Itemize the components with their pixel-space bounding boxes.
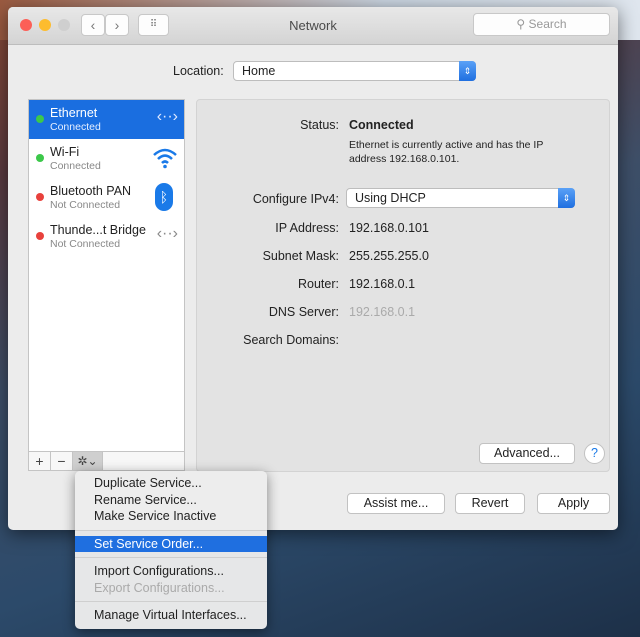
location-value: Home (242, 64, 276, 78)
configure-ipv4-select[interactable]: Using DHCP ⇕ (346, 188, 575, 208)
help-button[interactable]: ? (584, 443, 605, 464)
service-item-bluetooth-pan[interactable]: Bluetooth PAN Not Connected ᛒ (29, 178, 184, 217)
service-item-thunderbolt-bridge[interactable]: Thunde...t Bridge Not Connected ‹··› (29, 217, 184, 256)
location-select[interactable]: Home ⇕ (233, 61, 476, 81)
remove-service-button[interactable]: − (51, 452, 73, 470)
service-status: Connected (50, 121, 101, 133)
service-status: Connected (50, 160, 101, 172)
service-item-wifi[interactable]: Wi-Fi Connected (29, 139, 184, 178)
subnet-mask-label: Subnet Mask: (262, 249, 339, 263)
menu-item-export-configurations: Export Configurations... (94, 580, 225, 595)
ip-address-label: IP Address: (275, 221, 339, 235)
status-label: Status: (300, 118, 339, 132)
bluetooth-icon: ᛒ (155, 183, 173, 211)
ethernet-icon: ‹··› (156, 225, 178, 242)
detail-panel: Status: Connected Ethernet is currently … (196, 99, 610, 472)
service-name: Thunde...t Bridge (50, 223, 146, 237)
service-item-ethernet[interactable]: Ethernet Connected ‹··› (29, 100, 184, 139)
service-status: Not Connected (50, 199, 121, 211)
apply-button[interactable]: Apply (537, 493, 610, 514)
dns-server-label: DNS Server: (268, 305, 339, 319)
menu-item-rename-service[interactable]: Rename Service... (75, 492, 267, 509)
service-name: Ethernet (50, 106, 98, 120)
location-label: Location: (173, 64, 224, 78)
menu-separator (75, 557, 267, 558)
dns-server-value: 192.168.0.1 (349, 305, 416, 319)
wifi-icon (152, 147, 178, 174)
router-label: Router: (298, 277, 339, 291)
status-dot (36, 115, 44, 123)
service-name: Wi-Fi (50, 145, 80, 159)
search-icon: ⚲ (516, 17, 529, 31)
service-name: Bluetooth PAN (50, 184, 132, 198)
menu-separator (75, 601, 267, 602)
service-list: Ethernet Connected ‹··› Wi-Fi Connected Blu… (28, 99, 185, 452)
menu-item-import-configurations[interactable]: Import Configurations... (75, 563, 267, 580)
ethernet-icon: ‹··› (156, 108, 178, 125)
status-description: Ethernet is currently active and has the… (349, 139, 544, 165)
ip-address-value: 192.168.0.101 (349, 221, 429, 235)
menu-item-set-service-order[interactable]: Set Service Order... (75, 535, 267, 552)
menu-item-duplicate-service[interactable]: Duplicate Service... (75, 475, 267, 492)
menu-item-manage-virtual-interfaces[interactable]: Manage Virtual Interfaces... (75, 607, 267, 624)
updown-icon: ⇕ (558, 188, 575, 208)
menu-item-make-service-inactive[interactable]: Make Service Inactive (75, 508, 267, 525)
service-list-toolbar: + − ✲⌄ (28, 452, 185, 471)
gear-dropdown-menu: Duplicate Service... Rename Service... M… (75, 471, 267, 629)
assist-me-button[interactable]: Assist me... (347, 493, 445, 514)
menu-separator (75, 529, 267, 531)
service-status: Not Connected (50, 238, 121, 250)
configure-ipv4-label: Configure IPv4: (252, 192, 339, 206)
advanced-button[interactable]: Advanced... (479, 443, 575, 464)
title-bar: ‹ › ⠿ Network ⚲ Search (8, 7, 618, 45)
status-dot (36, 232, 44, 240)
revert-button[interactable]: Revert (455, 493, 525, 514)
configure-ipv4-value: Using DHCP (355, 191, 426, 205)
search-placeholder: Search (528, 17, 567, 31)
search-domains-label: Search Domains: (243, 333, 339, 347)
network-window: ‹ › ⠿ Network ⚲ Search Location: Home ⇕ E… (8, 7, 618, 530)
router-value: 192.168.0.1 (349, 277, 416, 291)
updown-icon: ⇕ (459, 61, 476, 81)
status-value: Connected (349, 118, 414, 132)
status-dot (36, 193, 44, 201)
add-service-button[interactable]: + (29, 452, 51, 470)
subnet-mask-value: 255.255.255.0 (349, 249, 429, 263)
search-field[interactable]: ⚲ Search (473, 13, 610, 36)
gear-menu-button[interactable]: ✲⌄ (73, 452, 103, 470)
status-dot (36, 154, 44, 162)
